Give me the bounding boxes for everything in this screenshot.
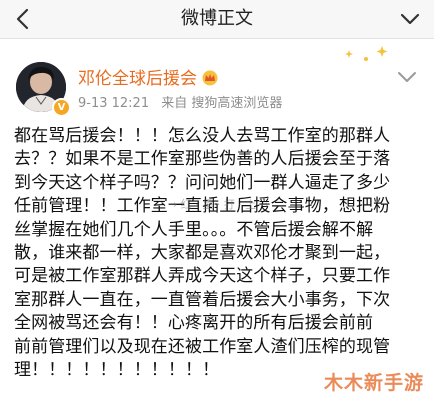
decorative-sparkle-icon [344, 44, 392, 64]
top-navigation-bar: 微博正文 [0, 0, 434, 39]
post-line: 去？？如果不是工作室那些伪善的人后援会至于落 [14, 149, 391, 170]
post-line: 丝掌握在她们几个人手里。。。不管后援会解不解 [14, 219, 374, 240]
page-title: 微博正文 [181, 8, 253, 29]
verified-v-icon: V [52, 98, 71, 117]
post-line: 到今天这个样子吗？？问问她们一群人逼走了多少 [14, 172, 391, 193]
post-line: 散，谁来都一样，大家都是喜欢邓伦才聚到一起， [14, 243, 391, 264]
post-line: 可是被工作室那群人弄成今天这个样子，只要工作 [14, 266, 391, 287]
post-line: 室那群人一直在，一直管着后援会大小事务，下次 [14, 289, 391, 310]
post-line: 都在骂后援会！！！怎么没人去骂工作室的那群人 [14, 126, 391, 146]
center-watermark: → 红 · 星 · 打 · 上 → [168, 198, 269, 211]
corner-watermark: 木木新手游 [323, 372, 424, 394]
chevron-down-icon[interactable] [392, 62, 422, 92]
post-line: 全网被骂还会有！！心疼离开的所有后援会前前 [14, 313, 374, 334]
post-content: 都在骂后援会！！！怎么没人去骂工作室的那群人 去？？如果不是工作室那些伪善的人后… [14, 125, 432, 382]
post-line: 前前管理们以及现在还被工作室人渣们压榨的现管 [14, 336, 391, 357]
post-meta: 9-13 12:21 来自 搜狗高速浏览器 [78, 92, 290, 111]
post-source: 来自 搜狗高速浏览器 [161, 96, 283, 111]
crown-icon [201, 70, 219, 91]
author-name-label: 邓伦全球后援会 [78, 69, 197, 89]
author-name[interactable]: 邓伦全球后援会 [78, 64, 219, 91]
post-timestamp: 9-13 12:21 [78, 96, 150, 111]
chevron-down-icon[interactable] [398, 7, 422, 31]
